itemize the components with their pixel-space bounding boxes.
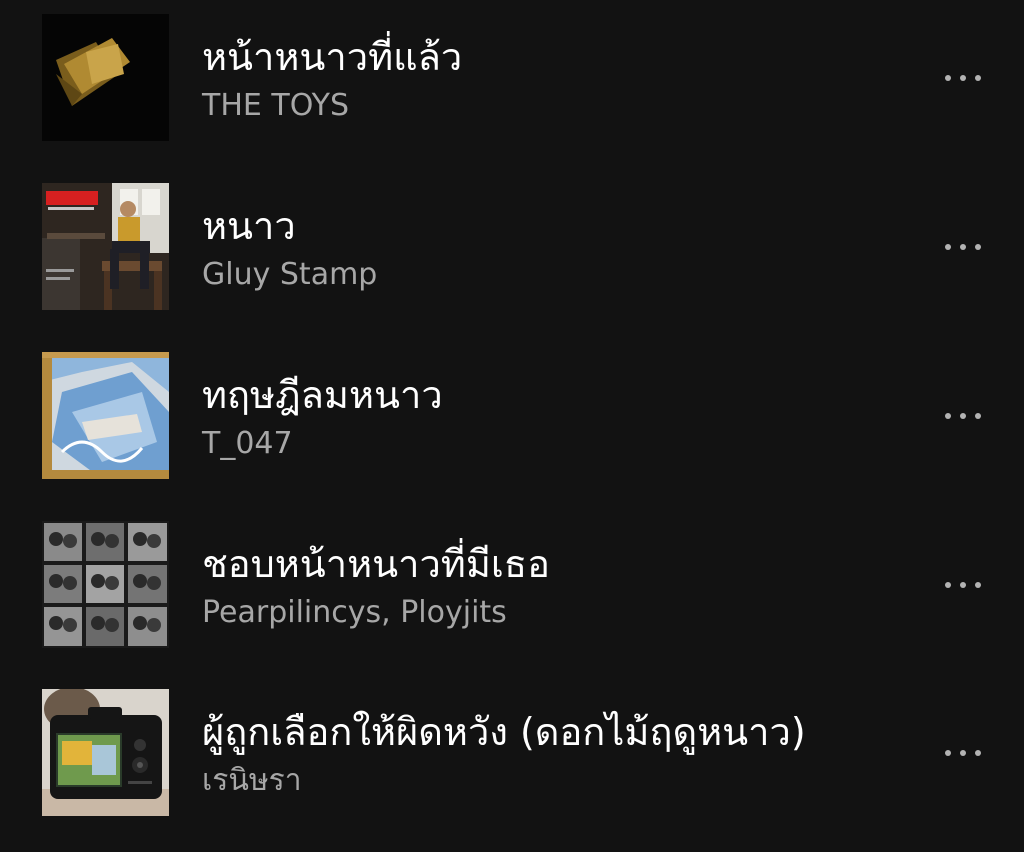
more-horizontal-icon — [960, 413, 966, 419]
more-horizontal-icon — [960, 750, 966, 756]
album-cover — [42, 14, 169, 141]
track-title: ทฤษฎีลมหนาว — [202, 373, 443, 417]
track-title: ชอบหน้าหนาวที่มีเธอ — [202, 542, 550, 586]
track-artist[interactable]: Gluy Stamp — [202, 257, 377, 293]
track-title: หน้าหนาวที่แล้ว — [202, 35, 463, 79]
more-options-button[interactable] — [930, 733, 996, 773]
more-horizontal-icon — [975, 582, 981, 588]
track-row[interactable]: ชอบหน้าหนาวที่มีเธอ Pearpilincys, Ployji… — [0, 521, 1024, 649]
more-horizontal-icon — [945, 582, 951, 588]
track-artist[interactable]: เรนิษรา — [202, 763, 302, 799]
album-cover — [42, 183, 169, 310]
more-horizontal-icon — [945, 413, 951, 419]
more-options-button[interactable] — [930, 227, 996, 267]
more-options-button[interactable] — [930, 565, 996, 605]
more-horizontal-icon — [975, 413, 981, 419]
album-cover — [42, 521, 169, 648]
more-horizontal-icon — [960, 75, 966, 81]
track-title: หนาว — [202, 204, 296, 248]
more-horizontal-icon — [960, 244, 966, 250]
album-cover-paper-image — [42, 14, 169, 141]
more-horizontal-icon — [975, 75, 981, 81]
track-list: หน้าหนาวที่แล้ว THE TOYS หนาว Gluy Stamp… — [0, 0, 1024, 852]
more-horizontal-icon — [945, 244, 951, 250]
album-cover-camera-image — [42, 689, 169, 816]
track-artist[interactable]: T_047 — [202, 426, 293, 462]
track-row[interactable]: หน้าหนาวที่แล้ว THE TOYS — [0, 14, 1024, 142]
more-horizontal-icon — [960, 582, 966, 588]
more-horizontal-icon — [975, 244, 981, 250]
album-cover-man-sitting-image — [42, 183, 169, 310]
more-horizontal-icon — [945, 750, 951, 756]
track-row[interactable]: ทฤษฎีลมหนาว T_047 — [0, 352, 1024, 480]
track-row[interactable]: ผู้ถูกเลือกให้ผิดหวัง (ดอกไม้ฤดูหนาว) เร… — [0, 689, 1024, 817]
track-artist[interactable]: THE TOYS — [202, 88, 349, 124]
track-artist[interactable]: Pearpilincys, Ployjits — [202, 595, 507, 631]
track-title: ผู้ถูกเลือกให้ผิดหวัง (ดอกไม้ฤดูหนาว) — [202, 710, 806, 754]
album-cover-photo-grid-image — [42, 521, 169, 648]
more-options-button[interactable] — [930, 396, 996, 436]
track-row[interactable]: หนาว Gluy Stamp — [0, 183, 1024, 311]
more-options-button[interactable] — [930, 58, 996, 98]
more-horizontal-icon — [975, 750, 981, 756]
album-cover — [42, 352, 169, 479]
album-cover-blue-painting-image — [42, 352, 169, 479]
more-horizontal-icon — [945, 75, 951, 81]
album-cover — [42, 689, 169, 816]
